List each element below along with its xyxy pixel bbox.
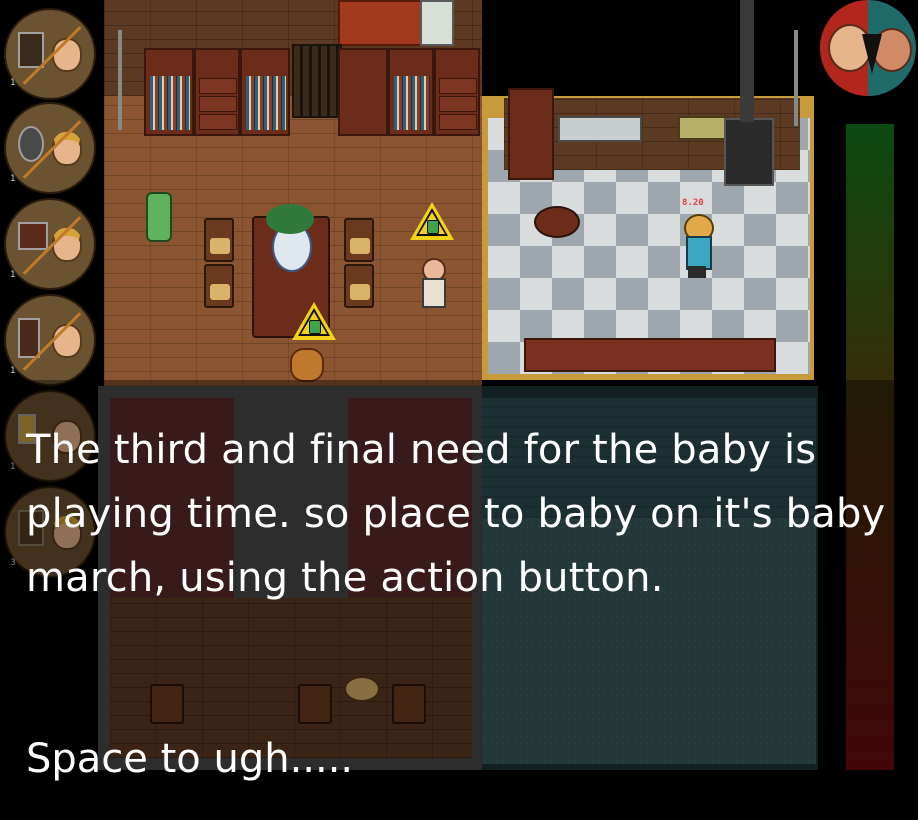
grandfather-clock-icon <box>18 318 40 358</box>
child-character[interactable] <box>682 214 714 280</box>
need-slot[interactable] <box>4 102 96 194</box>
slot-number: 1 <box>10 270 16 280</box>
child-face-icon <box>52 228 82 262</box>
warning-triangle-icon <box>410 202 476 240</box>
chair <box>344 218 374 262</box>
slot-number: 1 <box>10 174 16 184</box>
divider-spike-icon <box>862 34 882 74</box>
tv-icon <box>18 222 48 250</box>
dresser <box>434 48 480 136</box>
baby-mood-avatar <box>820 0 916 96</box>
kitchen-stool <box>534 206 580 238</box>
cage-cabinet <box>292 44 342 118</box>
baby-character[interactable] <box>290 348 324 382</box>
old-man-character[interactable] <box>420 258 446 308</box>
stove <box>724 118 774 186</box>
bookshelf <box>144 48 194 136</box>
kitchen-cupboard <box>508 88 554 180</box>
plant-leaves <box>266 204 314 234</box>
bookshelf <box>240 48 290 136</box>
dresser <box>194 48 240 136</box>
slot-number: 1 <box>10 78 16 88</box>
chair <box>204 218 234 262</box>
torch-stand <box>118 30 122 130</box>
chair <box>204 264 234 308</box>
need-slot[interactable] <box>4 198 96 290</box>
baby-walker[interactable] <box>146 192 172 242</box>
sink <box>558 116 642 142</box>
baby-face-icon <box>52 38 82 72</box>
timer-label: 8.20 <box>682 198 704 208</box>
food-tray <box>678 116 730 140</box>
window <box>420 0 454 46</box>
baby-face-icon <box>52 324 82 358</box>
slot-number: 1 <box>10 366 16 376</box>
continue-prompt[interactable]: Space to ugh..... <box>26 736 353 782</box>
cabinet <box>338 48 388 136</box>
bookshelf <box>388 48 434 136</box>
fireplace-icon <box>18 32 44 68</box>
warning-triangle-icon <box>292 302 358 340</box>
stove-pipe <box>740 0 754 122</box>
need-slot[interactable] <box>4 294 96 386</box>
mobile-toy-icon <box>18 126 44 162</box>
dialog-message: The third and final need for the baby is… <box>26 427 886 601</box>
need-slot[interactable] <box>4 8 96 100</box>
torch-stand <box>794 30 798 126</box>
child-face-icon <box>52 132 82 166</box>
kitchen-lower-counter <box>524 338 776 372</box>
